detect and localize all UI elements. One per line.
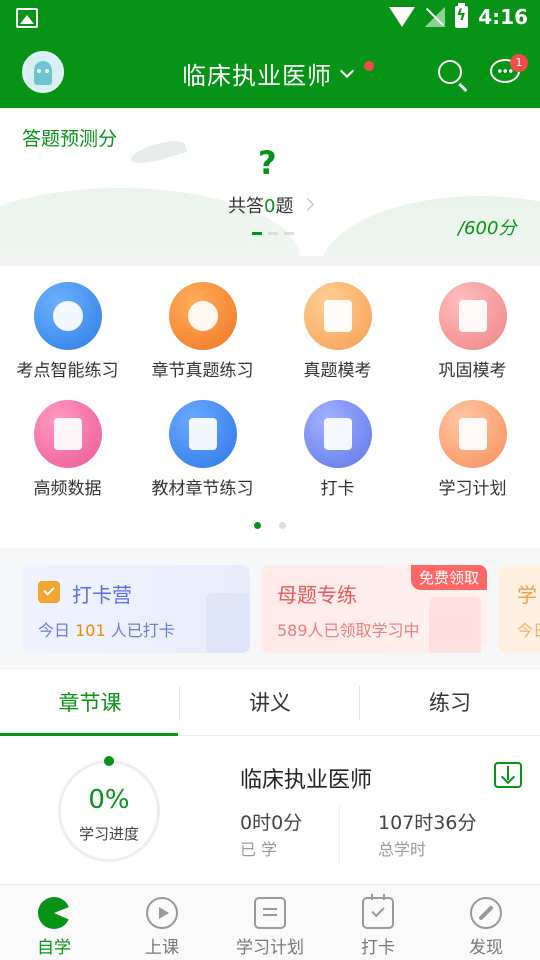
progress-percent: 0% (88, 785, 130, 815)
battery-charging-icon (455, 3, 469, 28)
promo-cards: 打卡营 今日 101 人已打卡 母题专练 589人已领取学习中 免费领取 学 今… (0, 548, 540, 670)
feature-zhenti-mokao[interactable]: 真题模考 (270, 282, 405, 381)
calendar-check-icon (38, 581, 60, 603)
nav-study-plan[interactable]: 学习计划 (216, 885, 324, 960)
ghost-avatar-icon (34, 61, 52, 85)
app-header: 临床执业医师 1 (0, 36, 540, 108)
calendar-check-icon (303, 400, 372, 468)
total-time: 107时36分 (378, 812, 477, 834)
third-promo-card[interactable]: 学 今日 (499, 565, 540, 653)
feature-jiaocai[interactable]: 教材章节练习 (135, 400, 270, 499)
plan-list-icon (254, 897, 286, 929)
chevron-right-icon[interactable] (301, 198, 314, 211)
clock-lightning-icon (33, 282, 102, 350)
feature-daka[interactable]: 打卡 (270, 400, 405, 499)
feature-grid: 考点智能练习 章节真题练习 真题模考 巩固模考 高频数据 教材章节练习 打卡 学… (0, 266, 540, 548)
calendar-check-icon (362, 894, 394, 929)
study-progress-panel: 0% 学习进度 临床执业医师 0时0分 已 学 107时36分 总学时 (0, 736, 540, 884)
nav-class[interactable]: 上课 (108, 885, 216, 960)
bird-decoration (128, 136, 188, 168)
learned-time: 0时0分 (240, 812, 303, 834)
wifi-icon (389, 7, 416, 27)
mother-question-card[interactable]: 母题专练 589人已领取学习中 免费领取 (261, 565, 487, 653)
predict-title: 答题预测分 (22, 128, 118, 150)
nav-self-study[interactable]: 自学 (0, 885, 108, 960)
course-title: 临床执业医师 (240, 768, 373, 793)
download-icon[interactable] (494, 762, 522, 788)
answered-count[interactable]: 共答0题 (228, 192, 293, 218)
play-icon (146, 897, 178, 929)
predict-score-banner[interactable]: 答题预测分 ? 共答0题 /600分 (0, 108, 540, 256)
tab-practice[interactable]: 练习 (360, 670, 540, 736)
status-time: 4:16 (478, 5, 528, 29)
total-label: 总学时 (378, 840, 427, 859)
chart-book-icon (33, 400, 102, 468)
nav-checkin[interactable]: 打卡 (324, 885, 432, 960)
medical-book-icon (168, 400, 237, 468)
free-claim-ribbon: 免费领取 (410, 565, 487, 590)
notification-dot (364, 61, 374, 71)
feature-zhangjie[interactable]: 章节真题练习 (135, 282, 270, 381)
image-notification-icon (16, 8, 38, 28)
nav-discover[interactable]: 发现 (432, 885, 540, 960)
feature-study-plan[interactable]: 学习计划 (405, 400, 540, 499)
feature-gonggu-mokao[interactable]: 巩固模考 (405, 282, 540, 381)
course-tabs: 章节课 讲义 练习 (0, 670, 540, 736)
search-icon[interactable] (438, 60, 462, 84)
checkin-camp-card[interactable]: 打卡营 今日 101 人已打卡 (22, 565, 250, 653)
grid-pager (254, 522, 286, 529)
head-gear-icon (168, 282, 237, 350)
pacman-icon (38, 897, 70, 929)
tab-handouts[interactable]: 讲义 (180, 670, 360, 736)
avatar[interactable] (22, 51, 64, 93)
predict-score: ? (258, 144, 277, 182)
exam-selector-title[interactable]: 临床执业医师 (182, 56, 332, 91)
progress-ring: 0% 学习进度 (58, 756, 160, 862)
learned-label: 已 学 (240, 840, 278, 859)
compass-icon (470, 897, 502, 929)
folder-list-icon (303, 282, 372, 350)
document-check-icon (438, 282, 507, 350)
progress-label: 学习进度 (78, 825, 139, 843)
message-badge: 1 (510, 54, 528, 72)
bottom-nav: 自学 上课 学习计划 打卡 发现 (0, 884, 540, 960)
clipboard-icon (438, 400, 507, 468)
status-bar: 4:16 (0, 0, 540, 36)
tab-chapter-course[interactable]: 章节课 (0, 670, 180, 736)
banner-pager (252, 232, 294, 235)
no-signal-icon (425, 7, 446, 27)
feature-kaodian[interactable]: 考点智能练习 (0, 282, 135, 381)
predict-total: /600分 (458, 218, 517, 239)
chevron-down-icon[interactable] (339, 63, 355, 79)
feature-gaopin[interactable]: 高频数据 (0, 400, 135, 499)
